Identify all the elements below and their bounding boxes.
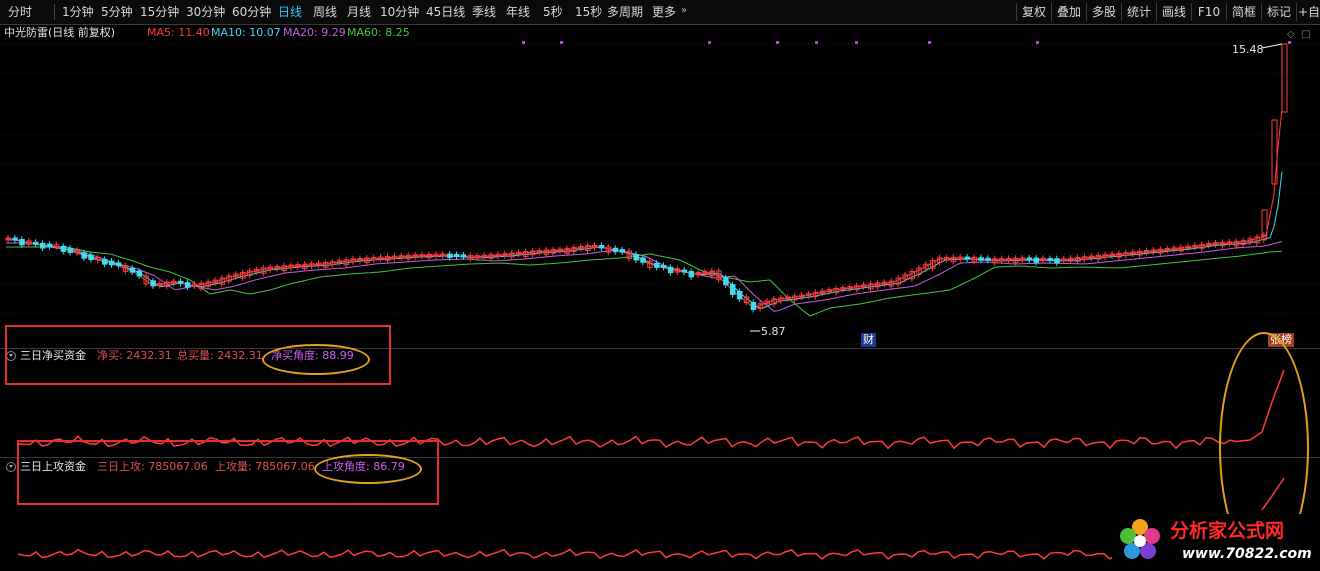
candle-body [1047, 258, 1053, 262]
candle-body [178, 280, 184, 284]
candle-body [681, 269, 688, 273]
high-pointer [1261, 43, 1283, 49]
statistics-button[interactable]: 统计 [1121, 3, 1156, 21]
period-30min[interactable]: 30分钟 [186, 4, 225, 20]
flower-logo-icon [1120, 519, 1160, 559]
period-daily[interactable]: 日线 [278, 4, 302, 20]
candle-body [750, 301, 757, 311]
high-price-label: 15.48 [1232, 43, 1264, 56]
candle-body [1026, 257, 1033, 261]
candle-body [115, 262, 122, 267]
candle-body [633, 254, 639, 261]
event-marker [776, 41, 779, 44]
period-5min[interactable]: 5分钟 [101, 4, 133, 20]
annotation-gold-ellipse [314, 454, 422, 484]
candle-body [136, 270, 143, 277]
candle-body [1033, 257, 1040, 263]
candle-body [184, 282, 191, 288]
divider [54, 4, 55, 20]
draw-line-button[interactable]: 画线 [1156, 3, 1191, 21]
simple-frame-button[interactable]: 简框 [1226, 3, 1261, 21]
candle-body [46, 243, 53, 248]
overlay-button[interactable]: 叠加 [1051, 3, 1086, 21]
finance-badge[interactable]: 财 [861, 333, 876, 347]
event-marker [560, 41, 563, 44]
candle-body [12, 237, 18, 241]
candle-body [964, 256, 971, 260]
event-marker [928, 41, 931, 44]
candle-body [1271, 119, 1278, 185]
event-marker [815, 41, 818, 44]
candle-body [730, 284, 736, 295]
ma5-line [6, 108, 1283, 309]
mark-button[interactable]: 标记 [1261, 3, 1296, 21]
candle-body [60, 245, 67, 252]
candle-body [640, 257, 646, 263]
period-45day[interactable]: 45日线 [426, 4, 465, 20]
candle-body [736, 290, 743, 300]
period-quarterly[interactable]: 季线 [472, 4, 496, 20]
period-1min[interactable]: 1分钟 [62, 4, 94, 20]
candle-body [978, 257, 984, 261]
candle-body [454, 254, 460, 258]
more-menu[interactable]: 更多 [652, 4, 676, 20]
candle-body [1281, 43, 1288, 113]
candle-body [612, 247, 619, 253]
period-10min[interactable]: 10分钟 [380, 4, 419, 20]
candle-body [688, 270, 695, 278]
period-multi[interactable]: 多周期 [607, 4, 643, 20]
period-monthly[interactable]: 月线 [347, 4, 371, 20]
candle-body [33, 241, 39, 245]
candle-body [619, 249, 626, 253]
ma10-line [6, 171, 1283, 309]
attack-line [17, 548, 1237, 560]
candle-body [150, 280, 156, 287]
add-self-button[interactable]: +自 [1296, 3, 1320, 21]
candle-body [723, 277, 729, 286]
candle-body [460, 254, 467, 258]
candle-body [40, 242, 46, 249]
candle-body [81, 252, 87, 259]
chevron-right-icon: » [681, 5, 688, 16]
candle-body [19, 238, 25, 246]
logo-name: 分析家公式网 [1170, 520, 1285, 542]
annotation-gold-ellipse [262, 344, 370, 375]
candle-body [654, 262, 660, 268]
period-yearly[interactable]: 年线 [506, 4, 530, 20]
stock-chart-window: 分时 1分钟 5分钟 15分钟 30分钟 60分钟 日线 周线 月线 10分钟 … [0, 0, 1320, 571]
period-toolbar: 分时 1分钟 5分钟 15分钟 30分钟 60分钟 日线 周线 月线 10分钟 … [0, 0, 1320, 25]
candle-body [661, 264, 667, 268]
candle-body [102, 258, 108, 265]
candle-body [88, 254, 94, 261]
period-60min[interactable]: 60分钟 [232, 4, 271, 20]
candle-body [1054, 258, 1060, 264]
multi-stock-button[interactable]: 多股 [1086, 3, 1121, 21]
candle-body [598, 245, 605, 249]
candlestick-chart[interactable] [0, 24, 1320, 354]
candle-body [985, 257, 991, 261]
period-15min[interactable]: 15分钟 [140, 4, 179, 20]
site-logo: 分析家公式网 www.70822.com [1112, 514, 1312, 568]
period-5sec[interactable]: 5秒 [543, 4, 563, 20]
event-marker [1288, 41, 1291, 44]
candle-body [67, 247, 74, 253]
candle-body [109, 260, 115, 266]
restore-rights-button[interactable]: 复权 [1016, 3, 1051, 21]
event-marker [522, 41, 525, 44]
period-weekly[interactable]: 周线 [313, 4, 337, 20]
period-fenshi[interactable]: 分时 [8, 4, 32, 20]
event-marker [855, 41, 858, 44]
ma20-line [6, 240, 1283, 312]
logo-url: www.70822.com [1182, 546, 1312, 562]
event-marker [1036, 41, 1039, 44]
f10-button[interactable]: F10 [1191, 3, 1226, 21]
candle-body [667, 266, 674, 274]
event-marker [708, 41, 711, 44]
low-price-label: 5.87 [761, 325, 786, 338]
period-15sec[interactable]: 15秒 [575, 4, 602, 20]
candle-body [447, 253, 453, 259]
candle-body [129, 267, 136, 273]
